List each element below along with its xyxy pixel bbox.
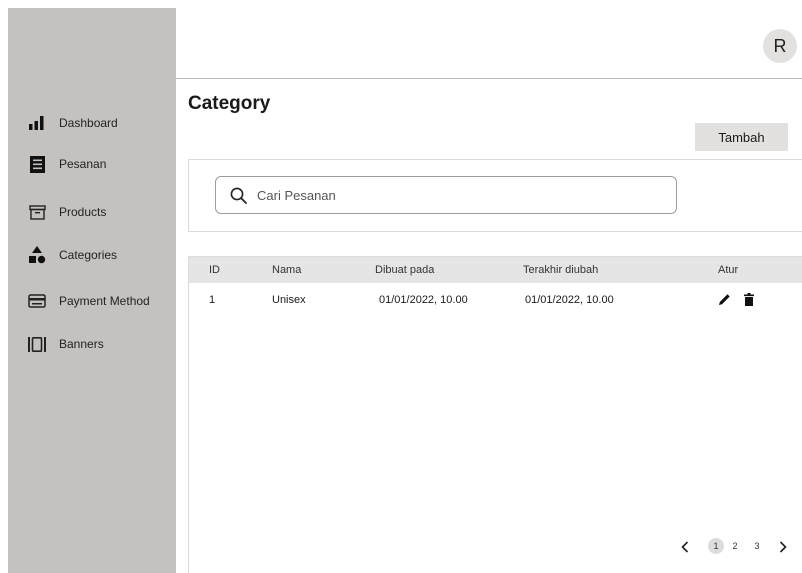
category-table: ID Nama Dibuat pada Terakhir diubah Atur… bbox=[188, 256, 802, 573]
sidebar: Dashboard Pesanan Products Categories Pa… bbox=[8, 8, 176, 573]
sidebar-item-banners[interactable]: Banners bbox=[28, 334, 104, 354]
delete-trash-icon[interactable] bbox=[744, 293, 754, 311]
sidebar-item-label: Banners bbox=[59, 337, 104, 351]
archive-box-icon bbox=[28, 203, 46, 221]
search-box[interactable] bbox=[215, 176, 677, 214]
search-icon bbox=[230, 187, 247, 204]
column-header-diubah[interactable]: Terakhir diubah bbox=[523, 264, 598, 276]
cell-dibuat: 01/01/2022, 10.00 bbox=[379, 294, 468, 306]
chevron-right-icon[interactable] bbox=[779, 540, 787, 558]
page-2-button[interactable]: 2 bbox=[727, 538, 743, 554]
app-root: Dashboard Pesanan Products Categories Pa… bbox=[0, 0, 802, 573]
sidebar-item-dashboard[interactable]: Dashboard bbox=[28, 113, 118, 133]
table-row[interactable]: 1 Unisex 01/01/2022, 10.00 01/01/2022, 1… bbox=[189, 283, 802, 313]
sidebar-item-label: Categories bbox=[59, 248, 118, 262]
cell-nama: Unisex bbox=[272, 294, 306, 306]
column-header-id[interactable]: ID bbox=[209, 264, 220, 276]
column-header-dibuat[interactable]: Dibuat pada bbox=[375, 264, 434, 276]
column-header-atur: Atur bbox=[718, 264, 739, 276]
chevron-left-icon[interactable] bbox=[681, 540, 689, 558]
page-title: Category bbox=[188, 93, 271, 114]
sidebar-item-categories[interactable]: Categories bbox=[28, 245, 117, 265]
sidebar-item-pesanan[interactable]: Pesanan bbox=[28, 154, 106, 174]
avatar[interactable]: R bbox=[763, 29, 797, 63]
page-1-button[interactable]: 1 bbox=[708, 538, 724, 554]
sidebar-item-label: Products bbox=[59, 205, 107, 219]
credit-card-icon bbox=[28, 292, 46, 310]
search-input[interactable] bbox=[257, 187, 657, 203]
column-header-nama[interactable]: Nama bbox=[272, 264, 301, 276]
search-card bbox=[188, 159, 802, 232]
top-header: R bbox=[176, 8, 802, 79]
carousel-icon bbox=[28, 335, 46, 353]
sidebar-item-label: Pesanan bbox=[59, 157, 107, 171]
edit-pencil-icon[interactable] bbox=[718, 293, 731, 311]
table-header: ID Nama Dibuat pada Terakhir diubah Atur bbox=[189, 257, 802, 283]
shapes-icon bbox=[28, 246, 46, 264]
cell-id: 1 bbox=[209, 294, 216, 306]
add-category-button[interactable]: Tambah bbox=[695, 123, 788, 151]
page-3-button[interactable]: 3 bbox=[749, 538, 765, 554]
list-icon bbox=[28, 155, 46, 173]
bar-chart-icon bbox=[28, 114, 46, 132]
sidebar-item-products[interactable]: Products bbox=[28, 202, 106, 222]
sidebar-item-label: Payment Method bbox=[59, 294, 150, 308]
cell-diubah: 01/01/2022, 10.00 bbox=[525, 294, 614, 306]
sidebar-item-label: Dashboard bbox=[59, 116, 118, 130]
sidebar-item-payment-method[interactable]: Payment Method bbox=[28, 291, 150, 311]
